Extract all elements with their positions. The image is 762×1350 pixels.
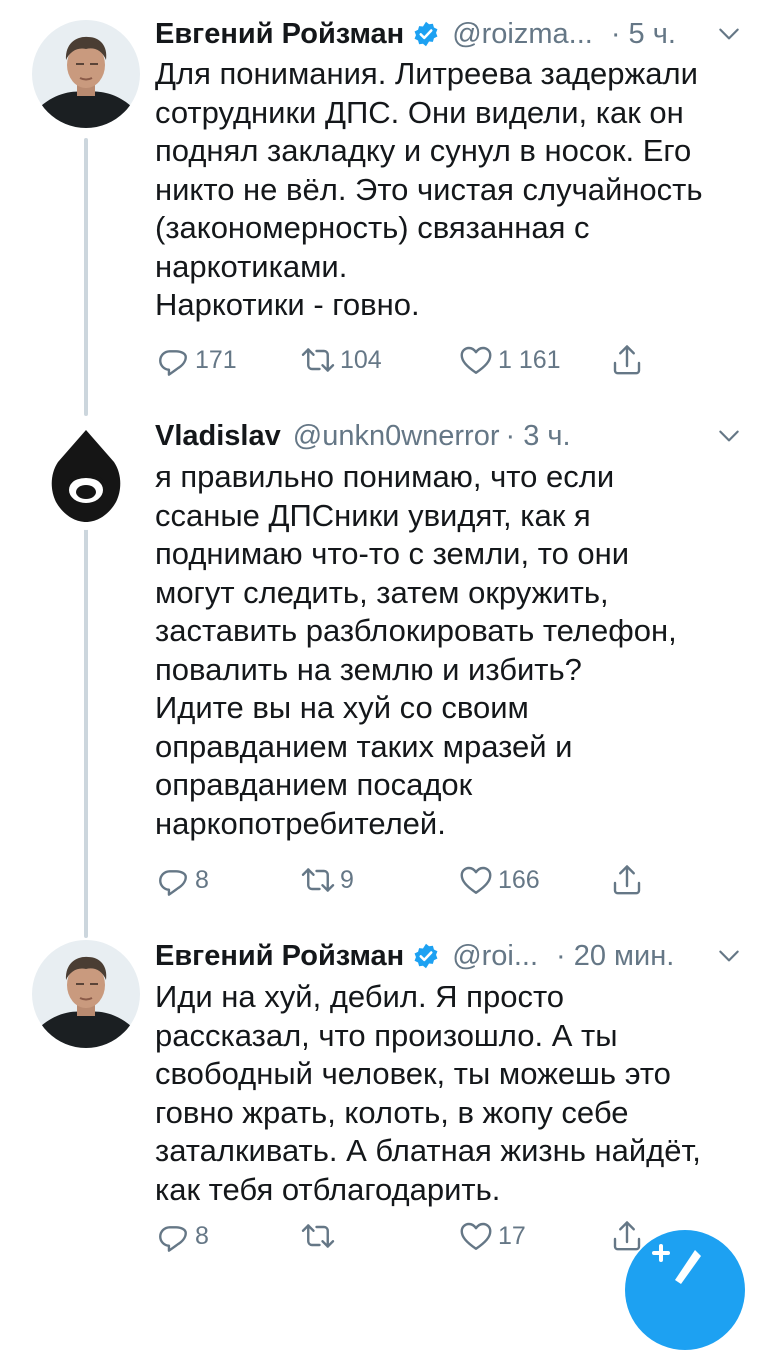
verified-icon (412, 20, 440, 48)
tweet-actions: 8 17 (155, 1214, 655, 1258)
share-icon (609, 1218, 645, 1254)
chevron-down-icon[interactable] (716, 423, 742, 449)
tweet-text: Иди на хуй, дебил. Я просто рассказал, ч… (155, 978, 735, 1209)
text-line: повалить на землю и избить? (155, 651, 582, 687)
share-button[interactable] (609, 338, 645, 382)
text-line: поднимаю что-то с земли, то они (155, 536, 630, 571)
compose-button[interactable] (625, 1230, 745, 1350)
text-line: могут следить, затем окружить, (155, 574, 609, 610)
like-button[interactable]: 17 (458, 1214, 526, 1258)
tweet-time[interactable]: · 20 мин. (556, 940, 674, 973)
text-line: никто не вёл. Это чистая случайность (155, 171, 703, 207)
text-line: ссаные ДПСники увидят, как я (155, 497, 591, 533)
chevron-down-icon[interactable] (716, 21, 742, 47)
reply-button[interactable]: 8 (155, 1214, 209, 1258)
like-count: 166 (498, 865, 540, 894)
reply-count: 171 (195, 345, 237, 374)
text-line: Наркотики - говно. (155, 287, 420, 322)
text-line: оправданием таких мразей и (155, 728, 573, 764)
retweet-icon (300, 342, 336, 378)
compose-icon (652, 1244, 701, 1284)
retweet-count: 9 (340, 865, 354, 894)
text-line: Для понимания. Литреева задержали (155, 56, 698, 91)
text-line: (закономерность) связанная с (155, 210, 590, 245)
retweet-button[interactable] (300, 1214, 340, 1258)
author-handle[interactable]: @unkn0wnerror (293, 420, 500, 453)
reply-button[interactable]: 171 (155, 338, 237, 382)
tweet-actions: 8 9 166 (155, 858, 655, 902)
retweet-icon (300, 1218, 336, 1254)
author-name[interactable]: Vladislav (155, 420, 281, 453)
text-line: наркопотребителей. (155, 805, 446, 841)
tweet-time[interactable]: · 5 ч. (611, 18, 676, 51)
chevron-down-icon[interactable] (716, 943, 742, 969)
reply-icon (155, 862, 191, 898)
reply-icon (155, 1218, 191, 1254)
author-name[interactable]: Евгений Ройзман (155, 940, 404, 973)
share-button[interactable] (609, 858, 645, 902)
avatar[interactable] (32, 422, 140, 530)
text-line: Идите вы на хуй со своим (155, 690, 529, 725)
reply-icon (155, 342, 191, 378)
author-handle[interactable]: @roi... (452, 940, 538, 973)
text-line: заставить разблокировать телефон, (155, 613, 677, 648)
retweet-button[interactable]: 9 (300, 858, 354, 902)
author-handle[interactable]: @roizma... (452, 18, 593, 51)
avatar[interactable] (32, 20, 140, 128)
reply-count: 8 (195, 865, 209, 894)
like-button[interactable]: 166 (458, 858, 540, 902)
thread-line (84, 528, 88, 938)
tweet-text: Для понимания. Литреева задержали сотруд… (155, 55, 735, 325)
verified-icon (412, 942, 440, 970)
text-line: говно жрать, колоть, в жопу себе (155, 1094, 629, 1130)
text-line: сотрудники ДПС. Они видели, как он (155, 94, 684, 130)
retweet-button[interactable]: 104 (300, 338, 382, 382)
share-icon (609, 862, 645, 898)
share-icon (609, 342, 645, 378)
like-button[interactable]: 1 161 (458, 338, 561, 382)
retweet-count: 104 (340, 345, 382, 374)
text-line: как тебя отблагодарить. (155, 1171, 501, 1207)
text-line: свободный человек, ты можешь это (155, 1056, 671, 1091)
like-icon (458, 1218, 494, 1254)
reply-button[interactable]: 8 (155, 858, 209, 902)
like-icon (458, 342, 494, 378)
text-line: оправданием посадок (155, 767, 473, 802)
tweet-time[interactable]: · 3 ч. (506, 420, 571, 453)
text-line: заталкивать. А блатная жизнь найдёт, (155, 1133, 701, 1168)
like-icon (458, 862, 494, 898)
retweet-icon (300, 862, 336, 898)
text-line: наркотиками. (155, 248, 348, 284)
text-line: рассказал, что произошло. А ты (155, 1017, 618, 1053)
author-name[interactable]: Евгений Ройзман (155, 18, 404, 51)
text-line: я правильно понимаю, что если (155, 459, 615, 494)
like-count: 1 161 (498, 345, 561, 374)
thread-line (84, 138, 88, 416)
text-line: Иди на хуй, дебил. Я просто (155, 979, 565, 1014)
avatar[interactable] (32, 940, 140, 1048)
reply-count: 8 (195, 1221, 209, 1250)
text-line: поднял закладку и сунул в носок. Его (155, 133, 692, 168)
like-count: 17 (498, 1221, 526, 1250)
tweet-actions: 171 104 1 161 (155, 338, 655, 382)
tweet-text: я правильно понимаю, что если ссаные ДПС… (155, 458, 735, 843)
